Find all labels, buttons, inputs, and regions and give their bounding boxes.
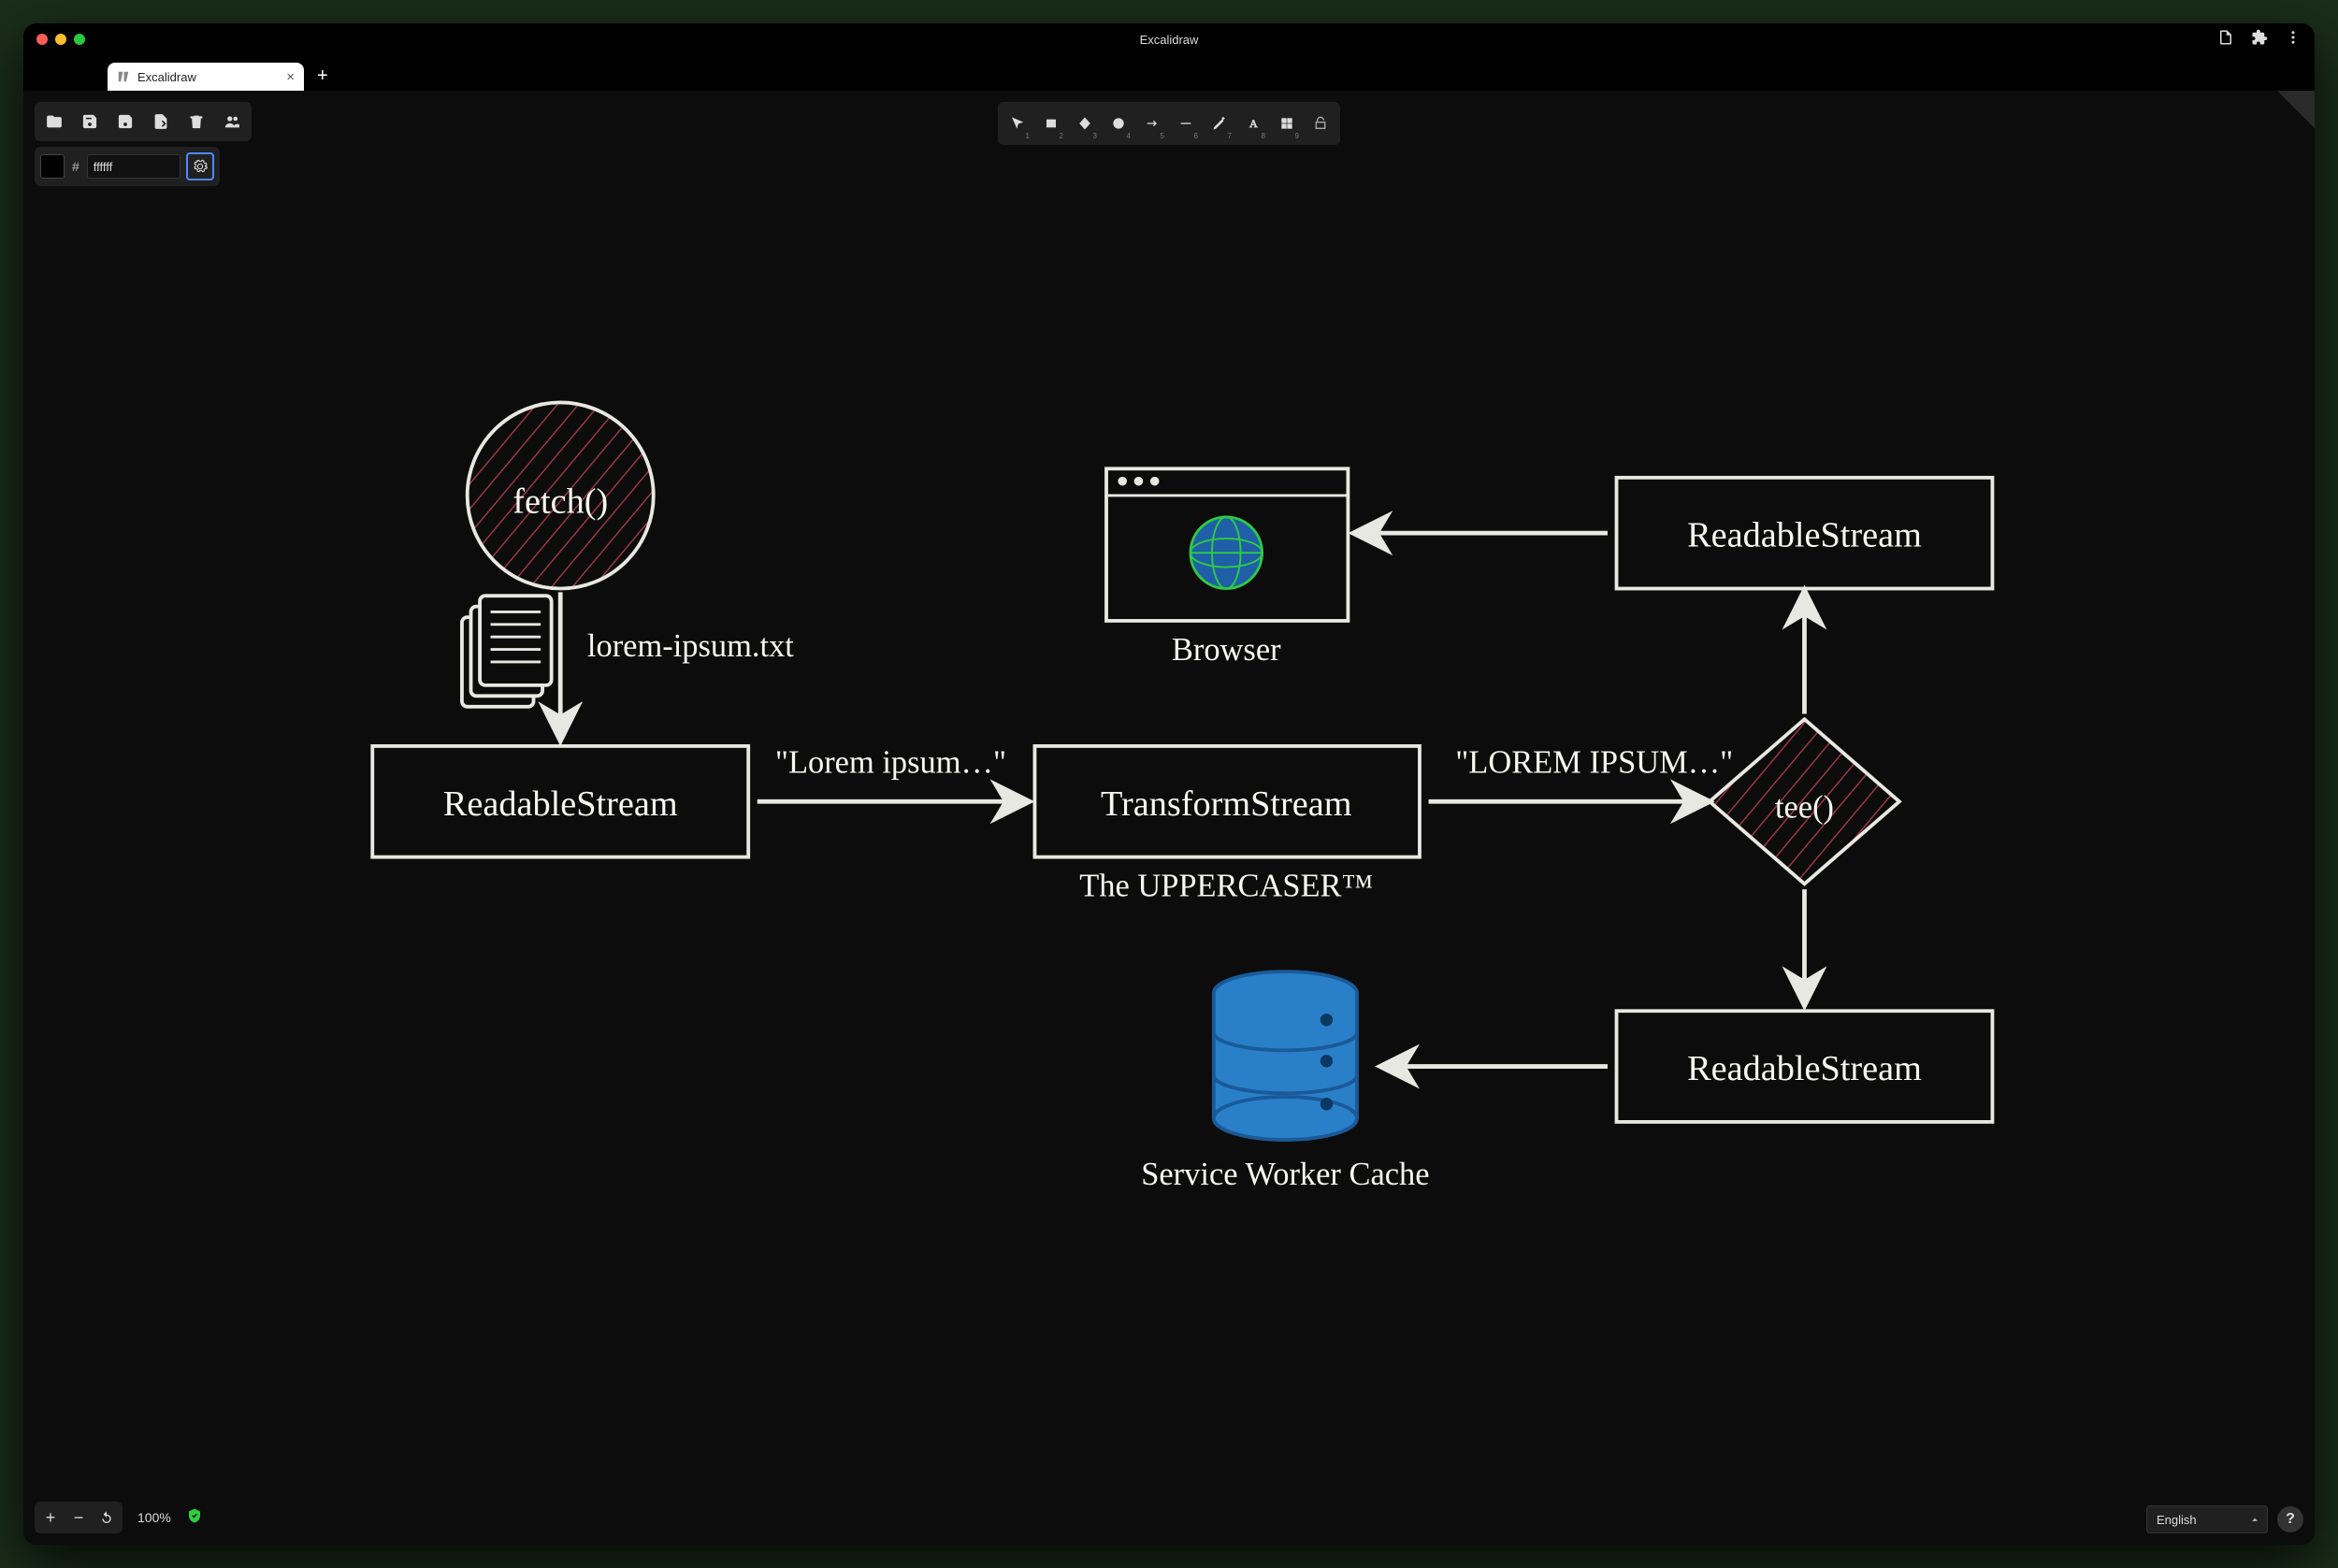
zoom-level: 100%	[130, 1510, 179, 1525]
maximize-window-button[interactable]	[74, 34, 85, 45]
tab-title: Excalidraw	[137, 70, 196, 84]
node-readablestream-2[interactable]: ReadableStream	[1617, 478, 1993, 589]
more-icon[interactable]	[2285, 29, 2302, 50]
zoom-controls: + −	[35, 1502, 123, 1533]
tab-row: Excalidraw × +	[23, 55, 2315, 91]
svg-text:ReadableStream: ReadableStream	[443, 784, 678, 824]
canvas-svg: fetch() lorem-ipsum.txt ReadableStream	[23, 91, 2315, 1545]
tab-favicon-icon	[117, 70, 130, 83]
node-cache[interactable]	[1214, 971, 1357, 1140]
zoom-in-button[interactable]: +	[36, 1503, 65, 1532]
file-icon	[462, 596, 552, 707]
arrow2-label: "LOREM IPSUM…"	[1455, 745, 1733, 781]
node-readablestream-3[interactable]: ReadableStream	[1617, 1011, 1993, 1122]
zoom-reset-button[interactable]	[93, 1503, 121, 1532]
svg-text:ReadableStream: ReadableStream	[1687, 1049, 1922, 1088]
svg-text:fetch(): fetch()	[512, 482, 608, 521]
browser-label: Browser	[1172, 632, 1281, 668]
window-title: Excalidraw	[1140, 33, 1199, 47]
node-fetch[interactable]: fetch()	[468, 402, 654, 588]
titlebar: Excalidraw	[23, 23, 2315, 55]
page-icon[interactable]	[2217, 29, 2234, 50]
minimize-window-button[interactable]	[55, 34, 66, 45]
tab-excalidraw[interactable]: Excalidraw ×	[108, 63, 304, 91]
file-label: lorem-ipsum.txt	[587, 628, 794, 664]
arrow1-label: "Lorem ipsum…"	[775, 745, 1006, 781]
cache-label: Service Worker Cache	[1141, 1157, 1429, 1192]
svg-text:tee(): tee()	[1775, 790, 1834, 826]
svg-text:ReadableStream: ReadableStream	[1687, 516, 1922, 555]
help-button[interactable]: ?	[2277, 1506, 2303, 1532]
node-browser[interactable]	[1106, 468, 1348, 621]
svg-text:TransformStream: TransformStream	[1101, 784, 1352, 824]
bottom-left-controls: + − 100%	[35, 1502, 203, 1533]
canvas-area[interactable]: # 1 2 3 4 5 6 7 A8 9	[23, 91, 2315, 1545]
node-transformstream[interactable]: TransformStream	[1034, 746, 1420, 857]
node-readablestream-1[interactable]: ReadableStream	[372, 746, 748, 857]
app-window: Excalidraw Excalidraw × +	[23, 23, 2315, 1545]
new-tab-button[interactable]: +	[311, 65, 338, 91]
tab-close-button[interactable]: ×	[286, 69, 295, 85]
node-tee[interactable]: tee()	[1710, 719, 1899, 884]
extensions-icon[interactable]	[2251, 29, 2268, 50]
transform-sublabel: The UPPERCASER™	[1079, 869, 1373, 904]
encryption-shield-icon[interactable]	[186, 1507, 203, 1529]
zoom-out-button[interactable]: −	[65, 1503, 93, 1532]
close-window-button[interactable]	[36, 34, 48, 45]
traffic-lights	[36, 34, 85, 45]
language-select[interactable]: English	[2146, 1505, 2268, 1533]
bottom-right-controls: English ?	[2146, 1505, 2303, 1533]
